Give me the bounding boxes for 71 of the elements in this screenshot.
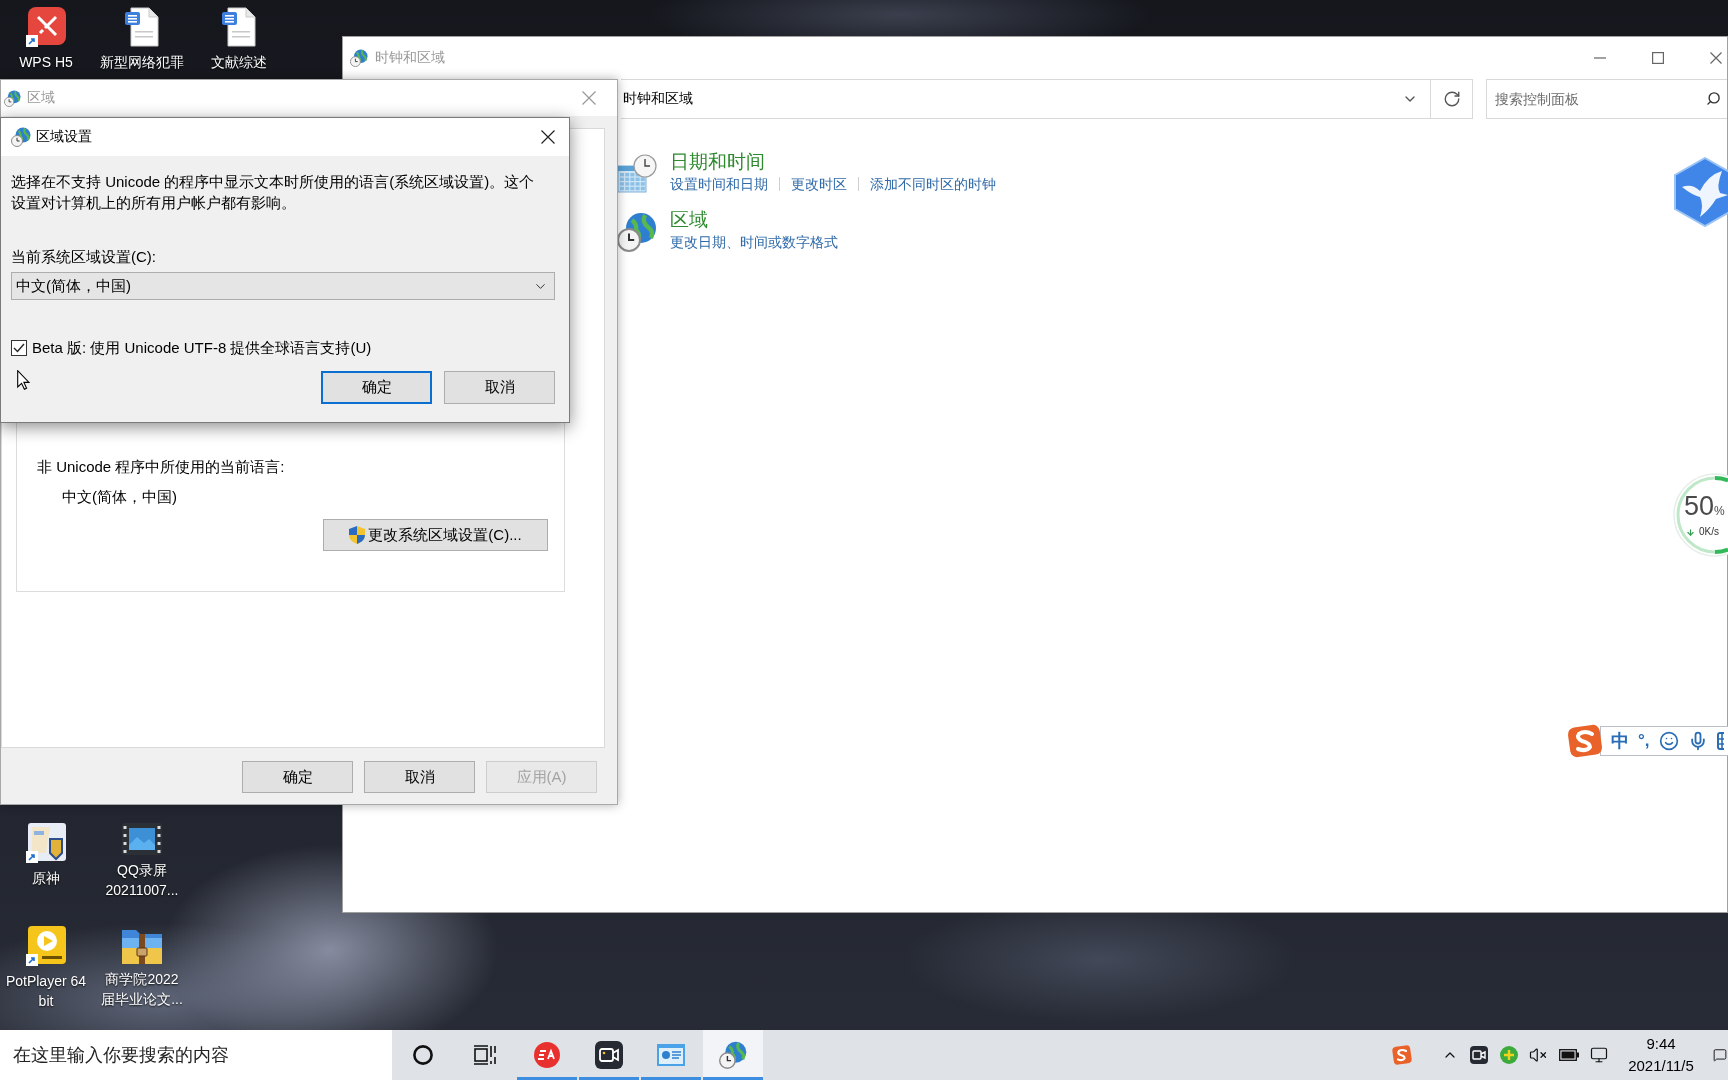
locale-dropdown[interactable]: 中文(简体，中国) [11,272,555,300]
window-chart-icon[interactable] [657,1044,685,1066]
close-icon[interactable] [541,130,555,144]
maximize-icon[interactable] [1652,52,1664,64]
arrow-down-icon [1686,527,1695,537]
film-strip-icon[interactable] [122,823,162,855]
ime-logo-icon[interactable] [1567,723,1603,759]
checkbox-label: Beta 版: 使用 Unicode UTF-8 提供全球语言支持(U) [32,338,372,358]
usage-percent-unit: % [1714,504,1725,518]
field-label: 当前系统区域设置(C): [11,247,156,267]
input-mode-toggle[interactable]: 中 [1611,731,1629,751]
punctuation-toggle[interactable]: °, [1638,731,1650,751]
task-link[interactable]: 更改日期、时间或数字格式 [670,232,838,252]
globe-clock-icon[interactable] [719,1041,747,1069]
task-link[interactable]: 更改时区 [791,174,847,194]
address-bar[interactable]: 时钟和区域 [621,79,1431,119]
monitor-icon[interactable] [1590,1046,1608,1064]
desktop-icon-label: QQ录屏 20211007... [105,861,179,900]
video-camera-icon[interactable] [1470,1046,1488,1064]
app-shortcut-icon[interactable] [26,7,66,47]
dialog-button[interactable]: 确定 [321,371,432,404]
breadcrumb-link[interactable]: 时钟和区域 [623,90,693,108]
desktop-icon-label: 文献综述 [211,53,267,72]
task-link[interactable]: 添加不同时区的时钟 [870,174,996,194]
refresh-button[interactable] [1431,79,1473,119]
dialog-button[interactable]: 确定 [242,761,353,793]
change-locale-button[interactable]: 更改系统区域设置(C)... [323,519,548,551]
play-button-icon[interactable] [26,926,66,966]
desktop-icon-label: PotPlayer 64 bit [5,972,87,1011]
utf8-checkbox[interactable] [11,340,27,356]
usage-percent-value: 50 [1684,490,1715,522]
cursor-icon [17,370,30,390]
notification-icon[interactable] [1713,1048,1727,1062]
download-speed: 0K/s [1699,526,1719,538]
battery-icon[interactable] [1559,1049,1579,1061]
desktop-icon-label: WPS H5 [19,53,73,72]
task-view-icon[interactable] [474,1045,496,1065]
window-title: 时钟和区域 [375,49,445,67]
category-title-link[interactable]: 区域 [670,208,708,232]
shield-icon [349,526,366,544]
desktop-icon-label: 原神 [32,869,60,888]
refresh-icon [1442,90,1461,108]
desktop-icon-label: 新型网络犯罪 [100,53,184,72]
dialog-button[interactable]: 取消 [444,371,555,404]
group-label: 非 Unicode 程序中所使用的当前语言: [37,457,285,477]
taskbar-clock[interactable]: 9:44 2021/11/5 [1623,1033,1699,1077]
taskbar-search-field[interactable]: 在这里输入你要搜索的内容 [0,1030,392,1080]
search-icon[interactable] [1706,91,1721,106]
globe-clock-icon [350,49,368,67]
search-field[interactable]: 搜索控制面板 [1486,79,1727,119]
desktop-icon-label: 商学院2022 届毕业论文... [101,970,183,1009]
globe-clock-icon [11,127,31,147]
smiley-icon[interactable] [1658,731,1679,751]
dialog-title: 区域设置 [36,128,92,146]
ime-logo-icon[interactable] [1392,1045,1412,1065]
category-title-link[interactable]: 日期和时间 [670,150,765,174]
keyboard-icon[interactable] [1716,732,1724,750]
task-link[interactable]: 设置时间和日期 [670,174,768,194]
game-shortcut-icon[interactable] [26,823,66,863]
document-icon[interactable] [222,7,256,47]
globe-clock-icon [4,89,21,107]
volume-muted-icon[interactable] [1529,1046,1547,1064]
window-title: 区域 [27,89,55,107]
description-text: 选择在不支持 Unicode 的程序中显示文本时所使用的语言(系统区域设置)。这个设置对计算机上的所有用户帐户都有影响。 [11,172,536,213]
video-camera-icon[interactable] [595,1041,623,1069]
document-icon[interactable] [125,7,159,47]
dialog-button[interactable]: 取消 [364,761,475,793]
current-language-value: 中文(简体，中国) [62,487,177,507]
round-logo-icon[interactable] [534,1042,560,1068]
check-icon [13,343,25,353]
ring-icon[interactable] [413,1045,433,1065]
